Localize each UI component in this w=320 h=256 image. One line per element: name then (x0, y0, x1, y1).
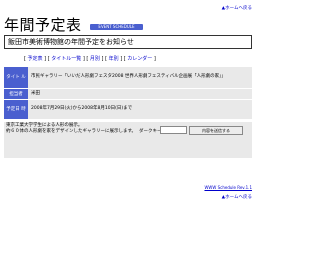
nav-yearly[interactable]: 予定表 (28, 56, 43, 62)
page-title: 年間予定表 (4, 16, 82, 34)
page-subtitle: 飯田市美術博物館の年間予定をお知らせ (4, 35, 252, 49)
nav-by-title[interactable]: タイトル一覧 (51, 56, 81, 62)
nav-annual[interactable]: 年別 (109, 56, 119, 62)
home-link-bottom[interactable]: ▲ホームへ戻る (222, 194, 252, 200)
title-row: タイト ル 市民ギャラリー「いいだ人形劇フェスタ2008 世界人形劇フェスティバ… (4, 67, 252, 89)
date-value: 2008年7月29日(火)から2008年8月10日(日)まで (28, 99, 252, 120)
home-link-top[interactable]: ▲ホームへ戻る (222, 5, 252, 11)
date-label: 予定日 時 (4, 99, 28, 120)
schedule-version-link[interactable]: WWW Schedule Rev.1.1 (204, 185, 252, 190)
date-row: 予定日 時 2008年7月29日(火)から2008年8月10日(日)まで (4, 99, 252, 120)
event-schedule-badge: EVENT SCHEDULE (90, 24, 143, 30)
organizer-value: 米田 (28, 88, 252, 100)
organizer-row: 担当者 米田 (4, 88, 252, 100)
send-button[interactable]: 内容を送信する (189, 126, 243, 135)
dark-key-label: ダークキー (139, 129, 162, 134)
nav-monthly[interactable]: 月別 (90, 56, 100, 62)
nav-bar: [ 予定表 ] [ タイトル一覧 ] [ 月別 ] [ 年別 ] [ カレンダー… (24, 56, 156, 62)
event-info-table: タイト ル 市民ギャラリー「いいだ人形劇フェスタ2008 世界人形劇フェスティバ… (4, 67, 252, 120)
nav-calendar[interactable]: カレンダー (127, 56, 152, 62)
organizer-label: 担当者 (4, 88, 28, 100)
title-value: 市民ギャラリー「いいだ人形劇フェスタ2008 世界人形劇フェスティバル企画展「人… (28, 67, 252, 89)
dark-key-input[interactable] (160, 126, 187, 134)
title-label: タイト ル (4, 67, 28, 89)
